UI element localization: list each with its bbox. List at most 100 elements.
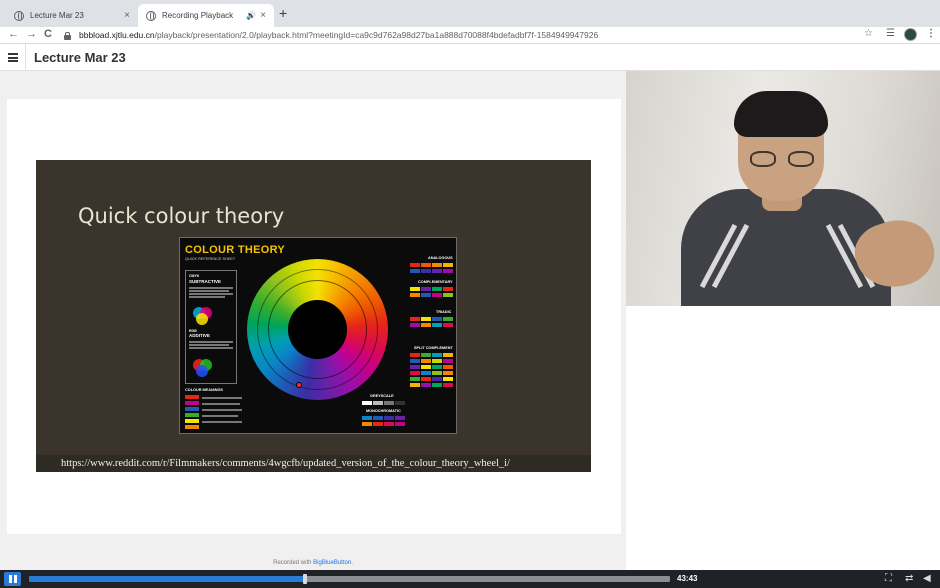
swatch [421,293,431,297]
swatch [421,263,431,267]
tab-label: Recording Playback [162,11,234,20]
blue-circle [196,365,208,377]
swatch [443,293,453,297]
text-line [202,403,240,405]
text-line [189,347,233,349]
address-bar: ← → C bbbload.xjtlu.edu.cn/playback/pres… [0,27,940,44]
greyscale-label: GREYSCALE [370,394,394,398]
swatch [185,419,199,423]
reload-button[interactable]: C [44,28,52,40]
slide-source-url: https://www.reddit.com/r/Filmmakers/comm… [36,455,591,472]
speaker-icon[interactable]: 🔊 [246,11,256,20]
complementary-label: COMPLEMENTARY [418,280,453,284]
swatch [362,422,372,426]
triadic-label: TRIADIC [436,310,452,314]
swatch [185,425,199,429]
swatch [421,371,431,375]
glasses-lens [788,151,814,167]
profile-avatar[interactable] [904,28,917,41]
swatch [432,353,442,357]
close-icon[interactable]: × [260,10,266,21]
swatch [443,383,453,387]
hamburger-icon[interactable] [8,53,18,62]
text-line [202,409,242,411]
swatch [362,401,372,405]
url-field[interactable]: bbbload.xjtlu.edu.cn/playback/presentati… [64,28,598,43]
progress-thumb[interactable] [303,574,307,584]
swatch [432,383,442,387]
swatch [443,269,453,273]
swatch [395,401,405,405]
fullscreen-icon[interactable]: ⛶ [885,573,892,584]
presentation-slide: Quick colour theory COLOUR THEORY QUICK … [36,160,591,472]
text-line [189,341,233,343]
tab-lecture[interactable]: Lecture Mar 23 × [6,4,138,27]
cmyk-label: CMYK [189,274,200,278]
swatch [443,353,453,357]
text-line [202,421,242,423]
swatch [384,401,394,405]
swatch [410,287,420,291]
swatch [443,263,453,267]
colour-meanings-label: COLOUR MEANINGS [185,388,223,392]
url-host: bbbload.xjtlu.edu.cn [79,30,155,40]
wheel-center [288,300,347,359]
back-button[interactable]: ← [8,28,19,40]
swatch [395,416,405,420]
monochromatic-label: MONOCHROMATIC [366,409,401,413]
tab-recording-playback[interactable]: Recording Playback 🔊 × [138,4,274,27]
swatch [410,263,420,267]
sheet-title: COLOUR THEORY [185,244,286,256]
volume-icon[interactable]: ◀ [923,573,931,584]
swatch [185,395,199,399]
forward-button[interactable]: → [26,28,37,40]
star-icon[interactable]: ☆ [864,28,873,39]
credit-prefix: Recorded with [273,560,314,566]
menu-icon[interactable]: ⋮ [926,28,936,39]
swatch [410,317,420,321]
wheel-marker [296,382,302,388]
swatch [432,371,442,375]
swatch [432,263,442,267]
text-line [189,296,225,298]
swatch [410,359,420,363]
swatch [362,416,372,420]
swatch [410,371,420,375]
swatch [432,269,442,273]
swatch [373,401,383,405]
bigbluebutton-link[interactable]: BigBlueButton [313,560,351,566]
swatch [410,383,420,387]
text-line [202,415,238,417]
swatch [384,422,394,426]
sheet-subtitle: QUICK REFERENCE SHEET [185,257,236,261]
duration-label: 43:43 [677,574,698,583]
swatch [185,407,199,411]
swatch [432,323,442,327]
swatch [410,377,420,381]
new-tab-button[interactable]: + [279,5,287,21]
lock-icon [64,31,71,40]
colour-models-panel: CMYK SUBTRACTIVE RGB ADDITIVE [185,270,237,384]
swatch [421,365,431,369]
swap-layout-icon[interactable]: ⇄ [905,573,913,584]
additive-label: ADDITIVE [189,333,211,338]
swatch [373,416,383,420]
close-icon[interactable]: × [124,10,130,21]
swatch [384,416,394,420]
swatch [432,365,442,369]
progress-track[interactable] [29,574,670,584]
url-path: /playback/presentation/2.0/playback.html… [154,30,599,40]
page-title: Lecture Mar 23 [34,50,126,65]
globe-icon [146,10,156,21]
app-header: Lecture Mar 23 [0,44,940,71]
swatch [421,287,431,291]
swatch [443,377,453,381]
pause-button[interactable] [4,572,21,586]
swatch [421,269,431,273]
swatch [443,365,453,369]
playlist-icon[interactable]: ☰ [886,28,895,39]
glasses-lens [750,151,776,167]
swatch [432,377,442,381]
swatch [443,287,453,291]
recorded-with-credit: Recorded with BigBlueButton. [0,560,626,566]
